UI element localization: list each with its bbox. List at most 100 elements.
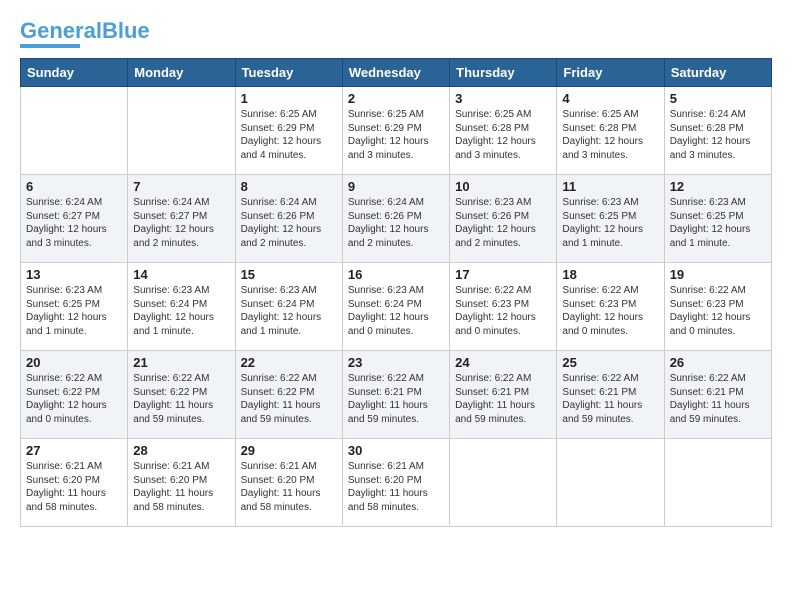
calendar-cell: 18 Sunrise: 6:22 AM Sunset: 6:23 PM Dayli… bbox=[557, 263, 664, 351]
day-number: 14 bbox=[133, 267, 229, 282]
calendar-cell: 10Sunrise: 6:23 AM Sunset: 6:26 PM Dayli… bbox=[450, 175, 557, 263]
cell-content: Sunrise: 6:24 AM Sunset: 6:27 PM Dayligh… bbox=[133, 196, 229, 250]
day-number: 7 bbox=[133, 179, 229, 194]
calendar-cell: 29 Sunrise: 6:21 AM Sunset: 6:20 PM Dayli… bbox=[235, 439, 342, 527]
cell-content: Sunrise: 6:24 AM Sunset: 6:26 PM Dayligh… bbox=[348, 196, 444, 250]
logo-general: General bbox=[20, 18, 102, 43]
calendar-cell: 25 Sunrise: 6:22 AM Sunset: 6:21 PM Dayli… bbox=[557, 351, 664, 439]
day-number: 21 bbox=[133, 355, 229, 370]
cell-content: Sunrise: 6:22 AM Sunset: 6:21 PM Dayligh… bbox=[670, 372, 766, 426]
calendar-cell: 28 Sunrise: 6:21 AM Sunset: 6:20 PM Dayli… bbox=[128, 439, 235, 527]
logo-blue: Blue bbox=[102, 18, 150, 43]
day-number: 8 bbox=[241, 179, 337, 194]
calendar-cell bbox=[664, 439, 771, 527]
calendar-cell: 15Sunrise: 6:23 AM Sunset: 6:24 PM Dayli… bbox=[235, 263, 342, 351]
calendar-cell: 3Sunrise: 6:25 AM Sunset: 6:28 PM Daylig… bbox=[450, 87, 557, 175]
calendar-cell: 4 Sunrise: 6:25 AM Sunset: 6:28 PM Daylig… bbox=[557, 87, 664, 175]
cell-content: Sunrise: 6:24 AM Sunset: 6:28 PM Dayligh… bbox=[670, 108, 766, 162]
cell-content: Sunrise: 6:22 AM Sunset: 6:21 PM Dayligh… bbox=[348, 372, 444, 426]
cell-content: Sunrise: 6:25 AM Sunset: 6:29 PM Dayligh… bbox=[241, 108, 337, 162]
day-number: 22 bbox=[241, 355, 337, 370]
cell-content: Sunrise: 6:25 AM Sunset: 6:28 PM Dayligh… bbox=[562, 108, 658, 162]
cell-content: Sunrise: 6:25 AM Sunset: 6:28 PM Dayligh… bbox=[455, 108, 551, 162]
cell-content: Sunrise: 6:21 AM Sunset: 6:20 PM Dayligh… bbox=[133, 460, 229, 514]
day-header-friday: Friday bbox=[557, 59, 664, 87]
calendar-cell: 17 Sunrise: 6:22 AM Sunset: 6:23 PM Dayli… bbox=[450, 263, 557, 351]
calendar-cell: 11Sunrise: 6:23 AM Sunset: 6:25 PM Dayli… bbox=[557, 175, 664, 263]
day-number: 24 bbox=[455, 355, 551, 370]
calendar-cell: 13 Sunrise: 6:23 AM Sunset: 6:25 PM Dayli… bbox=[21, 263, 128, 351]
day-number: 4 bbox=[562, 91, 658, 106]
cell-content: Sunrise: 6:22 AM Sunset: 6:21 PM Dayligh… bbox=[455, 372, 551, 426]
day-number: 1 bbox=[241, 91, 337, 106]
cell-content: Sunrise: 6:22 AM Sunset: 6:22 PM Dayligh… bbox=[133, 372, 229, 426]
calendar-cell: 12 Sunrise: 6:23 AM Sunset: 6:25 PM Dayli… bbox=[664, 175, 771, 263]
calendar-cell: 20 Sunrise: 6:22 AM Sunset: 6:22 PM Dayli… bbox=[21, 351, 128, 439]
calendar-cell: 22 Sunrise: 6:22 AM Sunset: 6:22 PM Dayli… bbox=[235, 351, 342, 439]
cell-content: Sunrise: 6:23 AM Sunset: 6:25 PM Dayligh… bbox=[26, 284, 122, 338]
cell-content: Sunrise: 6:22 AM Sunset: 6:23 PM Dayligh… bbox=[670, 284, 766, 338]
calendar-cell bbox=[21, 87, 128, 175]
cell-content: Sunrise: 6:22 AM Sunset: 6:21 PM Dayligh… bbox=[562, 372, 658, 426]
day-number: 28 bbox=[133, 443, 229, 458]
logo-bar bbox=[20, 44, 80, 48]
page-header: GeneralBlue bbox=[20, 20, 772, 48]
day-number: 29 bbox=[241, 443, 337, 458]
day-number: 27 bbox=[26, 443, 122, 458]
cell-content: Sunrise: 6:23 AM Sunset: 6:25 PM Dayligh… bbox=[670, 196, 766, 250]
calendar-cell bbox=[557, 439, 664, 527]
calendar-cell: 1 Sunrise: 6:25 AM Sunset: 6:29 PM Daylig… bbox=[235, 87, 342, 175]
calendar-cell bbox=[450, 439, 557, 527]
calendar-cell: 19 Sunrise: 6:22 AM Sunset: 6:23 PM Dayli… bbox=[664, 263, 771, 351]
day-number: 9 bbox=[348, 179, 444, 194]
cell-content: Sunrise: 6:22 AM Sunset: 6:22 PM Dayligh… bbox=[26, 372, 122, 426]
day-number: 30 bbox=[348, 443, 444, 458]
cell-content: Sunrise: 6:21 AM Sunset: 6:20 PM Dayligh… bbox=[241, 460, 337, 514]
calendar-cell: 21 Sunrise: 6:22 AM Sunset: 6:22 PM Dayli… bbox=[128, 351, 235, 439]
cell-content: Sunrise: 6:23 AM Sunset: 6:26 PM Dayligh… bbox=[455, 196, 551, 250]
cell-content: Sunrise: 6:22 AM Sunset: 6:22 PM Dayligh… bbox=[241, 372, 337, 426]
calendar-cell: 30Sunrise: 6:21 AM Sunset: 6:20 PM Dayli… bbox=[342, 439, 449, 527]
calendar-cell: 2 Sunrise: 6:25 AM Sunset: 6:29 PM Daylig… bbox=[342, 87, 449, 175]
day-number: 17 bbox=[455, 267, 551, 282]
calendar-cell: 5 Sunrise: 6:24 AM Sunset: 6:28 PM Daylig… bbox=[664, 87, 771, 175]
calendar-cell: 8 Sunrise: 6:24 AM Sunset: 6:26 PM Daylig… bbox=[235, 175, 342, 263]
day-number: 2 bbox=[348, 91, 444, 106]
calendar-cell: 23 Sunrise: 6:22 AM Sunset: 6:21 PM Dayli… bbox=[342, 351, 449, 439]
day-header-sunday: Sunday bbox=[21, 59, 128, 87]
cell-content: Sunrise: 6:23 AM Sunset: 6:24 PM Dayligh… bbox=[133, 284, 229, 338]
cell-content: Sunrise: 6:23 AM Sunset: 6:25 PM Dayligh… bbox=[562, 196, 658, 250]
day-number: 12 bbox=[670, 179, 766, 194]
day-number: 25 bbox=[562, 355, 658, 370]
week-row-4: 20 Sunrise: 6:22 AM Sunset: 6:22 PM Dayli… bbox=[21, 351, 772, 439]
calendar-cell: 7 Sunrise: 6:24 AM Sunset: 6:27 PM Daylig… bbox=[128, 175, 235, 263]
day-header-tuesday: Tuesday bbox=[235, 59, 342, 87]
cell-content: Sunrise: 6:24 AM Sunset: 6:27 PM Dayligh… bbox=[26, 196, 122, 250]
day-number: 19 bbox=[670, 267, 766, 282]
cell-content: Sunrise: 6:25 AM Sunset: 6:29 PM Dayligh… bbox=[348, 108, 444, 162]
day-number: 16 bbox=[348, 267, 444, 282]
calendar-cell: 6Sunrise: 6:24 AM Sunset: 6:27 PM Daylig… bbox=[21, 175, 128, 263]
logo: GeneralBlue bbox=[20, 20, 150, 48]
week-row-1: 1 Sunrise: 6:25 AM Sunset: 6:29 PM Daylig… bbox=[21, 87, 772, 175]
day-header-thursday: Thursday bbox=[450, 59, 557, 87]
day-number: 13 bbox=[26, 267, 122, 282]
day-number: 23 bbox=[348, 355, 444, 370]
calendar-cell bbox=[128, 87, 235, 175]
calendar-cell: 27Sunrise: 6:21 AM Sunset: 6:20 PM Dayli… bbox=[21, 439, 128, 527]
day-number: 18 bbox=[562, 267, 658, 282]
cell-content: Sunrise: 6:24 AM Sunset: 6:26 PM Dayligh… bbox=[241, 196, 337, 250]
day-header-saturday: Saturday bbox=[664, 59, 771, 87]
cell-content: Sunrise: 6:23 AM Sunset: 6:24 PM Dayligh… bbox=[348, 284, 444, 338]
calendar-table: SundayMondayTuesdayWednesdayThursdayFrid… bbox=[20, 58, 772, 527]
week-row-5: 27 Sunrise: 6:21 AM Sunset: 6:20 PM Dayli… bbox=[21, 439, 772, 527]
calendar-cell: 26 Sunrise: 6:22 AM Sunset: 6:21 PM Dayli… bbox=[664, 351, 771, 439]
day-header-monday: Monday bbox=[128, 59, 235, 87]
cell-content: Sunrise: 6:22 AM Sunset: 6:23 PM Dayligh… bbox=[455, 284, 551, 338]
cell-content: Sunrise: 6:22 AM Sunset: 6:23 PM Dayligh… bbox=[562, 284, 658, 338]
cell-content: Sunrise: 6:23 AM Sunset: 6:24 PM Dayligh… bbox=[241, 284, 337, 338]
day-number: 26 bbox=[670, 355, 766, 370]
week-row-3: 13 Sunrise: 6:23 AM Sunset: 6:25 PM Dayli… bbox=[21, 263, 772, 351]
day-number: 20 bbox=[26, 355, 122, 370]
day-number: 5 bbox=[670, 91, 766, 106]
